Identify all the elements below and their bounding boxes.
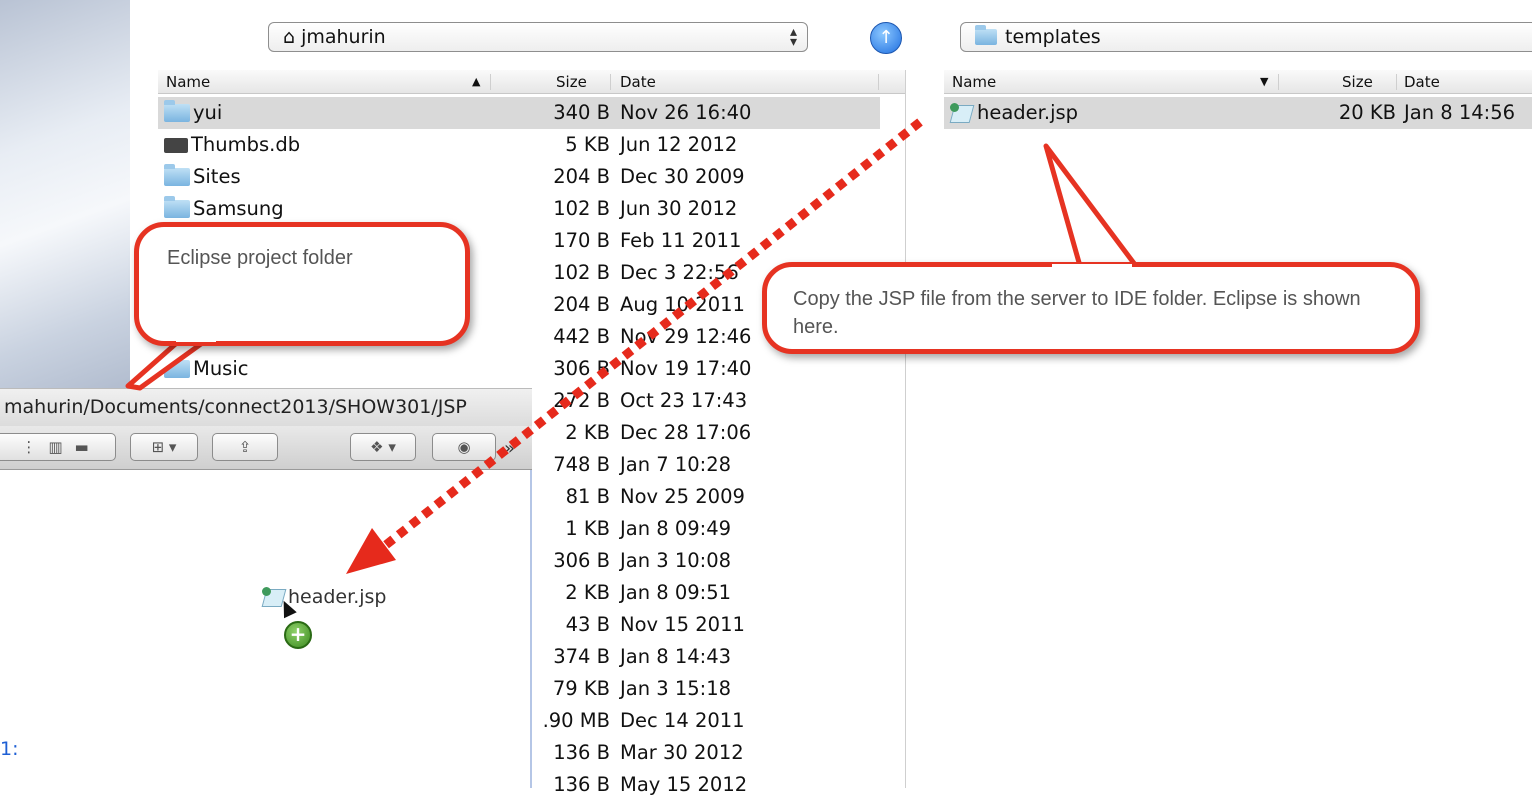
- copy-callout: Copy the JSP file from the server to IDE…: [762, 262, 1420, 354]
- copy-callout-text: Copy the JSP file from the server to IDE…: [793, 288, 1361, 338]
- eclipse-callout-text: Eclipse project folder: [167, 247, 353, 269]
- copy-callout-pointer: [1043, 143, 1139, 269]
- callout-pointer-mask: [176, 334, 216, 342]
- callout-pointer-mask: [1052, 264, 1132, 272]
- drag-arrow-head: [346, 528, 396, 574]
- annotation-overlay: [125, 118, 1139, 574]
- eclipse-callout: Eclipse project folder: [134, 222, 470, 346]
